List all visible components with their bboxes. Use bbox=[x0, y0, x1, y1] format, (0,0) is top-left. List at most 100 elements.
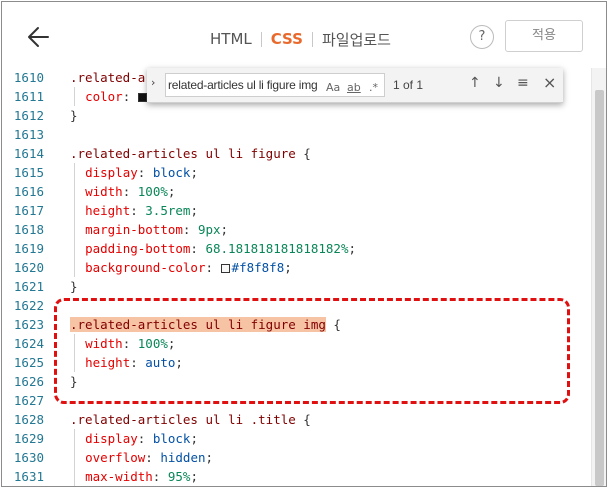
code-line: margin-bottom: 9px; bbox=[85, 222, 229, 237]
css-property: margin-bottom bbox=[85, 222, 183, 237]
editor-tabs: HTML CSS 파일업로드 bbox=[210, 26, 391, 52]
find-query: related-articles ul li figure img bbox=[168, 78, 318, 92]
css-value: 95% bbox=[167, 469, 191, 484]
css-property: display bbox=[85, 431, 138, 446]
code-area[interactable]: .related-a color: } .related-articles ul… bbox=[70, 68, 590, 486]
css-editor-window: HTML CSS 파일업로드 ? 적용 1610 1611 1612 1613 … bbox=[1, 1, 607, 487]
line-number: 1623 bbox=[13, 317, 44, 332]
line-number: 1613 bbox=[13, 127, 44, 142]
line-number: 1626 bbox=[13, 374, 44, 389]
match-count: 1 of 1 bbox=[393, 78, 424, 92]
tab-html[interactable]: HTML bbox=[210, 30, 252, 48]
code-line: width: 100%; bbox=[85, 336, 176, 351]
close-brace: } bbox=[70, 374, 78, 389]
code-line: height: auto; bbox=[85, 355, 183, 370]
css-property: max-width bbox=[85, 469, 153, 484]
css-selector-search-match: .related-articles ul li figure img bbox=[70, 317, 326, 332]
open-brace: { bbox=[325, 317, 341, 332]
match-case-icon[interactable]: Aa bbox=[326, 81, 340, 94]
line-number: 1616 bbox=[13, 184, 44, 199]
help-button[interactable]: ? bbox=[470, 25, 494, 49]
line-number-gutter: 1610 1611 1612 1613 1614 1615 1616 1617 … bbox=[2, 68, 57, 486]
css-selector: .related-articles ul li .title bbox=[70, 412, 296, 427]
code-line: .related-articles ul li figure { bbox=[70, 144, 311, 163]
code-line: width: 100%; bbox=[85, 184, 176, 199]
code-line: } bbox=[70, 372, 78, 391]
line-number: 1618 bbox=[13, 222, 44, 237]
code-line: display: block; bbox=[85, 431, 198, 446]
css-property: height bbox=[85, 203, 131, 218]
scrollbar-thumb[interactable] bbox=[595, 90, 604, 486]
line-number: 1627 bbox=[13, 393, 44, 408]
close-icon[interactable]: × bbox=[543, 73, 556, 92]
code-line: padding-bottom: 68.181818181818182%; bbox=[85, 241, 357, 256]
css-property: height bbox=[85, 355, 131, 370]
css-value: block bbox=[152, 431, 191, 446]
code-line: overflow: hidden; bbox=[85, 450, 214, 465]
css-property: color bbox=[85, 89, 123, 104]
css-property: width bbox=[85, 184, 123, 199]
css-value: hidden bbox=[160, 450, 206, 465]
tab-file-upload[interactable]: 파일업로드 bbox=[322, 29, 391, 50]
code-line: .related-articles ul li .title { bbox=[70, 410, 311, 429]
open-brace: { bbox=[295, 146, 311, 161]
code-line: .related-a bbox=[70, 68, 145, 87]
line-number: 1628 bbox=[13, 412, 44, 427]
code-line: color: bbox=[70, 87, 149, 106]
css-value: auto bbox=[145, 355, 176, 370]
close-brace: } bbox=[70, 279, 78, 294]
css-value: 68.181818181818182% bbox=[205, 241, 349, 256]
line-number: 1625 bbox=[13, 355, 44, 370]
open-brace: { bbox=[295, 412, 311, 427]
line-number: 1611 bbox=[13, 89, 44, 104]
toggle-replace-icon[interactable]: › bbox=[151, 76, 155, 89]
find-in-selection-icon[interactable]: ≡ bbox=[517, 75, 529, 91]
tab-divider bbox=[311, 31, 313, 47]
css-selector: .related-articles ul li figure bbox=[70, 146, 296, 161]
apply-button[interactable]: 적용 bbox=[505, 20, 583, 52]
line-number: 1615 bbox=[13, 165, 44, 180]
line-number: 1624 bbox=[13, 336, 44, 351]
color-swatch[interactable] bbox=[220, 264, 230, 273]
color-swatch[interactable] bbox=[137, 93, 147, 102]
find-input[interactable]: related-articles ul li figure img Aa ab … bbox=[165, 73, 385, 97]
css-value: #f8f8f8 bbox=[231, 260, 285, 275]
tab-divider bbox=[260, 31, 262, 47]
code-line: max-width: 95%; bbox=[85, 469, 198, 484]
close-brace: } bbox=[70, 108, 78, 123]
css-value: 9px bbox=[197, 222, 221, 237]
css-value: 3.5rem bbox=[145, 203, 191, 218]
next-match-icon[interactable]: ↓ bbox=[493, 75, 505, 91]
css-property: width bbox=[85, 336, 123, 351]
line-number: 1614 bbox=[13, 146, 44, 161]
back-button[interactable] bbox=[24, 22, 54, 52]
css-value: block bbox=[152, 165, 191, 180]
css-property: display bbox=[85, 165, 138, 180]
line-number: 1619 bbox=[13, 241, 44, 256]
line-number: 1631 bbox=[13, 469, 44, 484]
tab-css[interactable]: CSS bbox=[271, 30, 303, 48]
whole-word-icon[interactable]: ab bbox=[347, 81, 361, 94]
code-line: } bbox=[70, 106, 78, 125]
line-number: 1630 bbox=[13, 450, 44, 465]
code-editor[interactable]: 1610 1611 1612 1613 1614 1615 1616 1617 … bbox=[2, 68, 606, 486]
css-property: padding-bottom bbox=[85, 241, 191, 256]
code-line: background-color: #f8f8f8; bbox=[85, 260, 292, 275]
css-property: overflow bbox=[85, 450, 146, 465]
line-number: 1612 bbox=[13, 108, 44, 123]
css-selector: .related-a bbox=[70, 70, 146, 85]
line-number: 1621 bbox=[13, 279, 44, 294]
line-number: 1620 bbox=[13, 260, 44, 275]
css-property: background-color bbox=[85, 260, 206, 275]
code-line: } bbox=[70, 277, 78, 296]
vertical-scrollbar[interactable] bbox=[591, 68, 606, 486]
editor-header: HTML CSS 파일업로드 ? 적용 bbox=[2, 2, 606, 68]
regex-icon[interactable]: .* bbox=[369, 81, 378, 94]
code-line: height: 3.5rem; bbox=[85, 203, 198, 218]
previous-match-icon[interactable]: ↑ bbox=[469, 75, 481, 91]
css-value: 100% bbox=[137, 184, 168, 199]
line-number: 1629 bbox=[13, 431, 44, 446]
line-number: 1610 bbox=[13, 70, 44, 85]
css-value: 100% bbox=[137, 336, 168, 351]
line-number: 1617 bbox=[13, 203, 44, 218]
